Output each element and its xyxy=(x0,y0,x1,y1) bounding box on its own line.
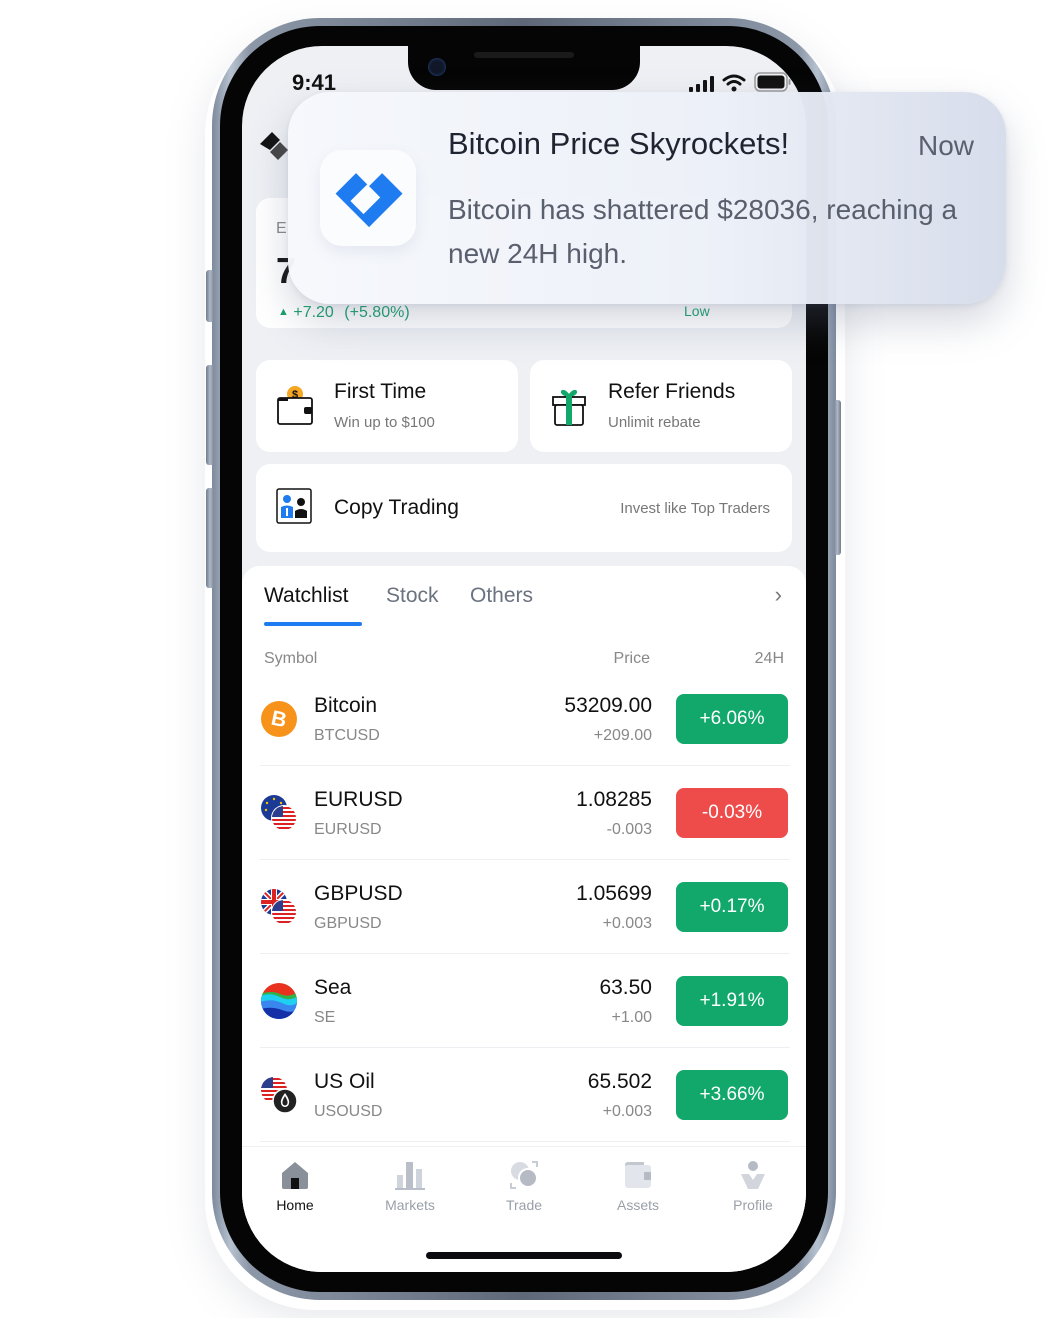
watchlist-row[interactable]: B Bitcoin BTCUSD 53209.00 +209.00 +6.06% xyxy=(260,672,790,766)
equity-change-percent: (+5.80%) xyxy=(344,304,410,321)
column-header-price: Price xyxy=(613,650,650,667)
nav-label: Markets xyxy=(385,1197,435,1213)
first-time-card[interactable]: $ First Time Win up to $100 xyxy=(256,360,518,452)
markets-icon xyxy=(395,1162,425,1190)
asset-name: Bitcoin xyxy=(314,694,378,717)
tab-others[interactable]: Others xyxy=(470,584,533,608)
status-icons xyxy=(689,72,792,92)
asset-name: US Oil xyxy=(314,1070,375,1093)
nav-markets[interactable]: Markets xyxy=(370,1159,450,1213)
bitcoin-icon: B xyxy=(261,701,297,737)
copy-trading-icon xyxy=(276,488,312,524)
refer-friends-title: Refer Friends xyxy=(608,380,736,403)
us-oil-icon xyxy=(261,1077,298,1114)
asset-delta: +1.00 xyxy=(611,1009,652,1026)
watchlist-row[interactable]: US Oil USOUSD 65.502 +0.003 +3.66% xyxy=(260,1048,790,1142)
gift-icon xyxy=(552,389,586,426)
tab-stock[interactable]: Stock xyxy=(386,584,439,608)
watchlist-row[interactable]: EURUSD EURUSD 1.08285 -0.003 -0.03% xyxy=(260,766,790,860)
volume-down-button xyxy=(206,488,214,588)
refer-friends-subtitle: Unlimit rebate xyxy=(608,414,701,431)
sea-logo-icon xyxy=(261,983,297,1019)
asset-name: GBPUSD xyxy=(314,882,403,905)
nav-label: Profile xyxy=(733,1197,773,1213)
watchlist-row[interactable]: Sea SE 63.50 +1.00 +1.91% xyxy=(260,954,790,1048)
asset-delta: +0.003 xyxy=(602,915,652,932)
signal-icon xyxy=(689,76,714,92)
notification-time: Now xyxy=(917,130,974,161)
change-badge[interactable]: +1.91% xyxy=(676,976,788,1026)
asset-delta: -0.003 xyxy=(606,821,652,838)
watchlist-row[interactable]: GBPUSD GBPUSD 1.05699 +0.003 +0.17% xyxy=(260,860,790,954)
home-icon xyxy=(282,1162,308,1189)
notification-title: Bitcoin Price Skyrockets! xyxy=(448,126,790,161)
refer-friends-card[interactable]: Refer Friends Unlimit rebate xyxy=(530,360,792,452)
nav-label: Assets xyxy=(616,1197,659,1213)
asset-price: 1.08285 xyxy=(576,788,652,811)
home-indicator xyxy=(426,1252,622,1259)
eu-us-flag-icon xyxy=(261,795,297,831)
asset-symbol: GBPUSD xyxy=(314,915,382,932)
asset-price: 1.05699 xyxy=(576,882,652,905)
copy-trading-subtitle: Invest like Top Traders xyxy=(620,500,770,517)
nav-profile[interactable]: Profile xyxy=(713,1159,793,1213)
column-header-symbol: Symbol xyxy=(264,650,318,667)
up-triangle-icon: ▲ xyxy=(278,306,289,318)
battery-icon xyxy=(754,72,791,92)
asset-name: Sea xyxy=(314,976,352,999)
asset-price: 63.50 xyxy=(599,976,652,999)
wallet-coin-icon: $ xyxy=(277,386,313,425)
equity-label: E xyxy=(276,220,287,237)
nav-assets[interactable]: Assets xyxy=(598,1159,678,1213)
change-badge[interactable]: +6.06% xyxy=(676,694,788,744)
nav-home[interactable]: Home xyxy=(255,1159,335,1213)
low-label: Low xyxy=(684,303,710,319)
asset-symbol: USOUSD xyxy=(314,1103,383,1120)
uk-us-flag-icon xyxy=(261,889,297,925)
active-tab-indicator xyxy=(264,622,362,626)
wifi-icon xyxy=(722,74,746,92)
column-header-24h: 24H xyxy=(754,650,784,667)
change-badge[interactable]: -0.03% xyxy=(676,788,788,838)
asset-delta: +0.003 xyxy=(602,1103,652,1120)
trade-icon xyxy=(510,1161,538,1189)
asset-delta: +209.00 xyxy=(593,727,652,744)
asset-symbol: BTCUSD xyxy=(314,727,380,744)
nav-label: Home xyxy=(276,1197,314,1213)
front-camera xyxy=(428,58,446,76)
notification-body: Bitcoin has shattered $28036, reaching a… xyxy=(448,194,958,269)
tab-watchlist[interactable]: Watchlist xyxy=(264,584,348,608)
row-divider xyxy=(260,1141,790,1142)
change-badge[interactable]: +3.66% xyxy=(676,1070,788,1120)
equity-change: ▲ +7.20 (+5.80%) xyxy=(278,304,410,322)
asset-name: EURUSD xyxy=(314,788,403,811)
wallet-icon xyxy=(625,1162,651,1188)
notification-app-icon xyxy=(320,150,416,246)
asset-symbol: EURUSD xyxy=(314,821,382,838)
chevron-right-icon[interactable]: › xyxy=(775,582,782,608)
copy-trading-card[interactable]: Copy Trading Invest like Top Traders xyxy=(256,464,792,552)
profile-icon xyxy=(741,1161,765,1189)
asset-price: 65.502 xyxy=(587,1070,652,1093)
volume-up-button xyxy=(206,365,214,465)
asset-symbol: SE xyxy=(314,1009,336,1026)
change-badge[interactable]: +0.17% xyxy=(676,882,788,932)
speaker-grille xyxy=(474,52,574,58)
first-time-subtitle: Win up to $100 xyxy=(334,414,435,431)
push-notification[interactable]: Bitcoin Price Skyrockets! Now Bitcoin ha… xyxy=(288,92,1006,304)
power-button xyxy=(834,400,841,555)
nav-trade[interactable]: Trade xyxy=(484,1159,564,1213)
asset-price: 53209.00 xyxy=(564,694,652,717)
copy-trading-title: Copy Trading xyxy=(334,496,459,519)
app-logo-icon xyxy=(335,173,403,228)
first-time-title: First Time xyxy=(334,380,427,403)
nav-label: Trade xyxy=(505,1197,543,1213)
mute-switch xyxy=(206,270,214,322)
equity-change-amount: +7.20 xyxy=(293,304,334,321)
